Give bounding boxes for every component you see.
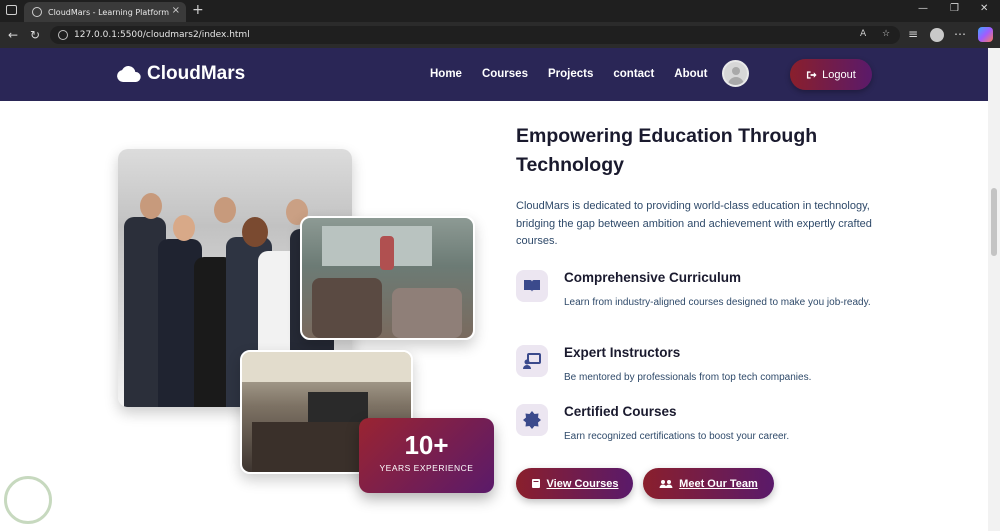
read-aloud-icon[interactable]: A bbox=[860, 29, 866, 39]
globe-icon bbox=[32, 7, 42, 17]
nav-links: Home Courses Projects contact About bbox=[430, 68, 728, 80]
tab-close-icon[interactable]: × bbox=[172, 5, 180, 16]
nav-projects[interactable]: Projects bbox=[548, 68, 593, 80]
chalkboard-teacher-icon bbox=[516, 345, 548, 377]
view-courses-button[interactable]: View Courses bbox=[516, 468, 633, 499]
feature-desc: Learn from industry-aligned courses desi… bbox=[564, 297, 871, 308]
site-logo[interactable]: CloudMars bbox=[117, 63, 245, 85]
book-icon bbox=[531, 479, 540, 488]
page-title: Empowering Education Through Technology bbox=[516, 125, 818, 176]
tab-title: CloudMars - Learning Platform bbox=[48, 7, 170, 17]
badge-label: YEARS EXPERIENCE bbox=[379, 463, 474, 473]
meet-team-label: Meet Our Team bbox=[679, 477, 758, 490]
browser-tab[interactable]: CloudMars - Learning Platform × bbox=[24, 2, 186, 22]
browser-tab-bar: CloudMars - Learning Platform × + — ❐ ✕ bbox=[0, 0, 1000, 22]
back-icon[interactable]: ← bbox=[8, 28, 18, 42]
url-field[interactable]: 127.0.0.1:5500/cloudmars2/index.html A ☆ bbox=[50, 26, 900, 44]
scrollbar-thumb[interactable] bbox=[991, 188, 997, 256]
users-icon bbox=[659, 479, 673, 488]
user-avatar[interactable] bbox=[722, 60, 749, 87]
page-scrollbar[interactable] bbox=[988, 48, 1000, 531]
sidebar-toggle-icon[interactable] bbox=[6, 5, 17, 15]
certificate-icon bbox=[516, 404, 548, 436]
view-courses-label: View Courses bbox=[546, 477, 619, 490]
nav-contact[interactable]: contact bbox=[613, 68, 654, 80]
site-info-icon[interactable] bbox=[58, 30, 68, 40]
nav-courses[interactable]: Courses bbox=[482, 68, 528, 80]
logout-button[interactable]: Logout bbox=[790, 59, 872, 90]
address-bar-row: ← ↻ 127.0.0.1:5500/cloudmars2/index.html… bbox=[0, 22, 1000, 48]
intro-text: CloudMars is dedicated to providing worl… bbox=[516, 200, 872, 247]
watermark-logo bbox=[4, 476, 52, 524]
cloud-icon bbox=[117, 66, 141, 82]
nav-home[interactable]: Home bbox=[430, 68, 462, 80]
logout-icon bbox=[807, 70, 817, 79]
url-text: 127.0.0.1:5500/cloudmars2/index.html bbox=[74, 30, 250, 40]
feature-title: Certified Courses bbox=[564, 404, 677, 419]
maximize-icon[interactable]: ❐ bbox=[950, 3, 959, 14]
copilot-icon[interactable] bbox=[978, 27, 993, 42]
meet-team-button[interactable]: Meet Our Team bbox=[643, 468, 774, 499]
more-menu-icon[interactable]: ⋯ bbox=[954, 27, 966, 41]
reload-icon[interactable]: ↻ bbox=[30, 28, 40, 42]
book-icon bbox=[516, 270, 548, 302]
favorite-star-icon[interactable]: ☆ bbox=[882, 29, 890, 39]
classroom-photo bbox=[300, 216, 475, 340]
page-viewport: CloudMars Home Courses Projects contact … bbox=[0, 48, 988, 531]
new-tab-button[interactable]: + bbox=[192, 2, 204, 18]
site-navbar: CloudMars Home Courses Projects contact … bbox=[0, 48, 988, 101]
minimize-icon[interactable]: — bbox=[918, 3, 928, 14]
avatar-body bbox=[728, 77, 744, 85]
avatar-head bbox=[732, 67, 740, 75]
favorites-icon[interactable]: ≡ bbox=[908, 27, 918, 41]
badge-number: 10+ bbox=[404, 430, 449, 460]
close-window-icon[interactable]: ✕ bbox=[980, 3, 988, 14]
feature-desc: Be mentored by professionals from top te… bbox=[564, 372, 812, 383]
feature-desc: Earn recognized certifications to boost … bbox=[564, 431, 790, 442]
browser-profile-icon[interactable] bbox=[930, 28, 944, 42]
experience-badge: 10+ YEARS EXPERIENCE bbox=[359, 418, 494, 493]
logo-text: CloudMars bbox=[147, 63, 246, 84]
feature-title: Comprehensive Curriculum bbox=[564, 270, 742, 285]
nav-about[interactable]: About bbox=[674, 68, 707, 80]
feature-title: Expert Instructors bbox=[564, 345, 681, 360]
logout-label: Logout bbox=[822, 68, 856, 81]
